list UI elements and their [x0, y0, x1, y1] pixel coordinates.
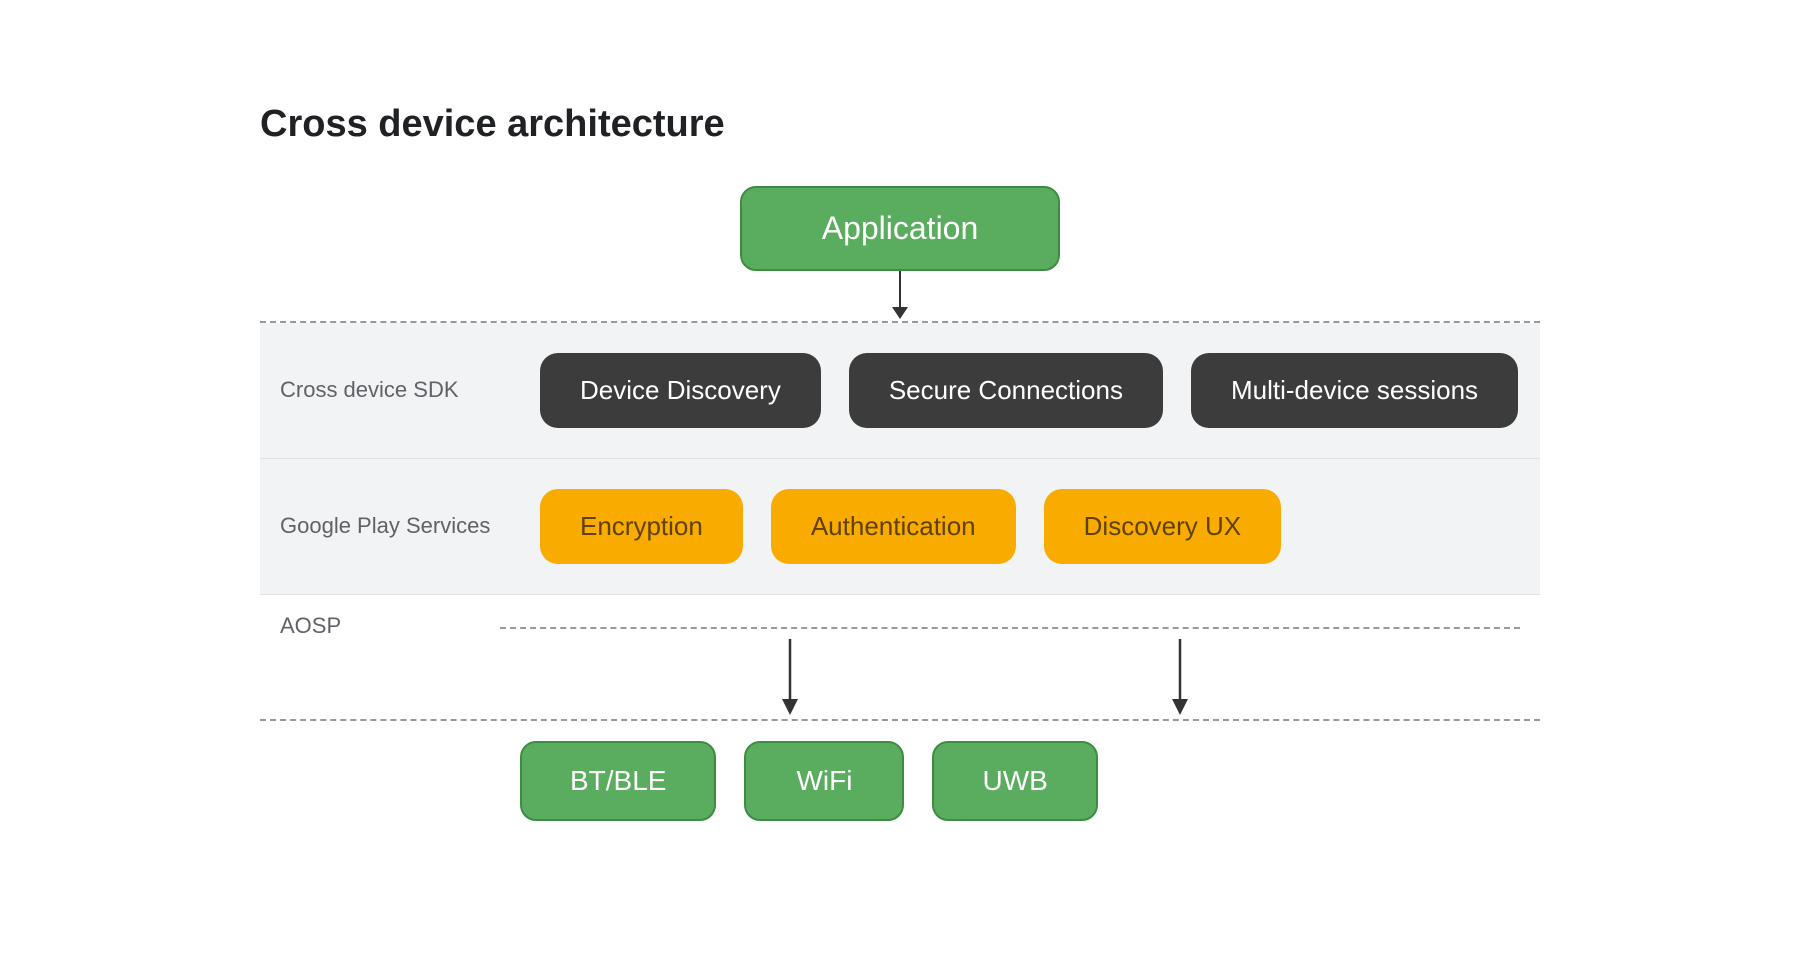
bottom-wifi: WiFi [744, 741, 904, 821]
bottom-uwb: UWB [932, 741, 1097, 821]
play-encryption: Encryption [540, 489, 743, 564]
play-authentication: Authentication [771, 489, 1016, 564]
sdk-label: Cross device SDK [280, 376, 500, 405]
play-band-row: Google Play Services Encryption Authenti… [260, 459, 1540, 594]
page-title: Cross device architecture [260, 103, 1540, 146]
application-row: Application [260, 186, 1540, 271]
aosp-label: AOSP [280, 613, 500, 639]
sdk-device-discovery: Device Discovery [540, 353, 821, 428]
sdk-band: Cross device SDK Device Discovery Secure… [260, 323, 1540, 459]
main-container: Cross device architecture Application Cr… [200, 63, 1600, 891]
sdk-multi-device-sessions: Multi-device sessions [1191, 353, 1518, 428]
application-box: Application [740, 186, 1061, 271]
play-items: Encryption Authentication Discovery UX [540, 489, 1520, 564]
sdk-band-row: Cross device SDK Device Discovery Secure… [260, 323, 1540, 458]
app-arrow [260, 271, 1540, 321]
architecture-diagram: Application Cross device SDK Device Disc… [260, 186, 1540, 851]
play-discovery-ux: Discovery UX [1044, 489, 1281, 564]
play-band: Google Play Services Encryption Authenti… [260, 459, 1540, 595]
play-label: Google Play Services [280, 512, 500, 541]
bottom-btble: BT/BLE [520, 741, 716, 821]
sdk-secure-connections: Secure Connections [849, 353, 1163, 428]
aosp-row: AOSP [260, 595, 1540, 639]
sdk-items: Device Discovery Secure Connections Mult… [540, 353, 1520, 428]
arrows-container [520, 639, 1540, 719]
bottom-boxes-row: BT/BLE WiFi UWB [520, 741, 1540, 851]
